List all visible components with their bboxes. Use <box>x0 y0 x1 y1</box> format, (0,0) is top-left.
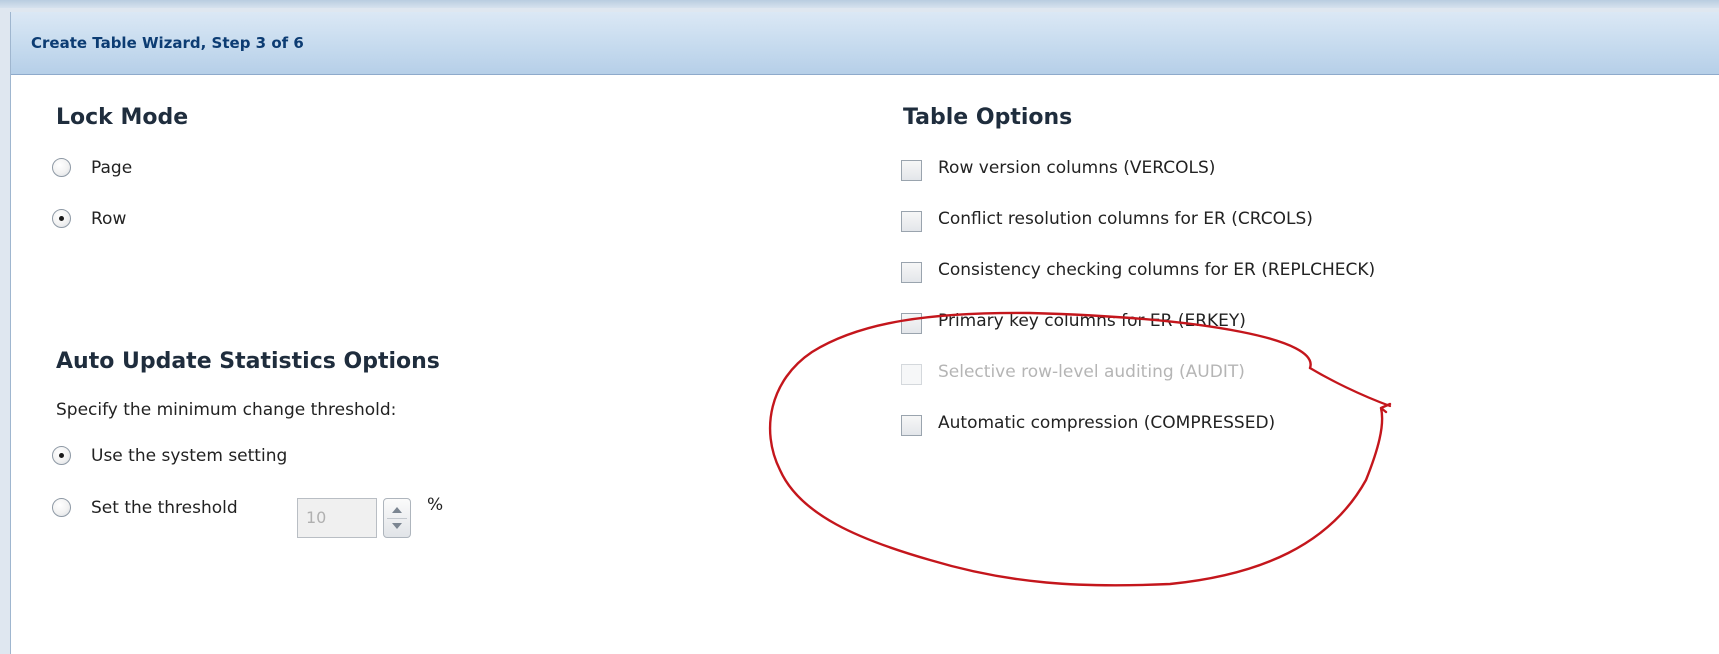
wizard-title-bar: Create Table Wizard, Step 3 of 6 <box>11 12 1719 75</box>
threshold-description: Specify the minimum change threshold: <box>56 400 397 420</box>
replcheck-checkbox[interactable] <box>901 262 922 283</box>
threshold-input[interactable]: 10 <box>297 498 377 538</box>
spinner-down-arrow-icon[interactable] <box>392 523 402 529</box>
auto-update-heading: Auto Update Statistics Options <box>56 349 440 374</box>
threshold-unit: % <box>427 495 444 515</box>
replcheck-label[interactable]: Consistency checking columns for ER (REP… <box>938 260 1375 280</box>
threshold-spinner[interactable] <box>383 498 411 538</box>
use-system-setting-label[interactable]: Use the system setting <box>91 446 287 466</box>
radio-selected-dot <box>59 453 64 458</box>
lock-mode-row-radio[interactable] <box>52 209 71 228</box>
set-threshold-label[interactable]: Set the threshold <box>91 498 238 518</box>
erkey-checkbox[interactable] <box>901 313 922 334</box>
lock-mode-heading: Lock Mode <box>56 105 189 130</box>
lock-mode-page-label[interactable]: Page <box>91 158 132 178</box>
spinner-up-arrow-icon[interactable] <box>392 507 402 513</box>
use-system-setting-radio[interactable] <box>52 446 71 465</box>
lock-mode-page-radio[interactable] <box>52 158 71 177</box>
compressed-label[interactable]: Automatic compression (COMPRESSED) <box>938 413 1275 433</box>
set-threshold-radio[interactable] <box>52 498 71 517</box>
crcols-checkbox[interactable] <box>901 211 922 232</box>
audit-label: Selective row-level auditing (AUDIT) <box>938 362 1245 382</box>
spinner-divider <box>387 518 407 519</box>
table-options-heading: Table Options <box>903 105 1073 130</box>
compressed-checkbox[interactable] <box>901 415 922 436</box>
wizard-content: Lock Mode Page Row Auto Update Statistic… <box>11 75 1719 654</box>
erkey-label[interactable]: Primary key columns for ER (ERKEY) <box>938 311 1246 331</box>
vercols-checkbox[interactable] <box>901 160 922 181</box>
wizard-panel: Create Table Wizard, Step 3 of 6 Lock Mo… <box>10 12 1719 654</box>
wizard-title: Create Table Wizard, Step 3 of 6 <box>31 34 304 52</box>
audit-checkbox <box>901 364 922 385</box>
crcols-label[interactable]: Conflict resolution columns for ER (CRCO… <box>938 209 1313 229</box>
vercols-label[interactable]: Row version columns (VERCOLS) <box>938 158 1215 178</box>
lock-mode-row-label[interactable]: Row <box>91 209 126 229</box>
radio-selected-dot <box>59 216 64 221</box>
window-top-strip <box>0 0 1719 8</box>
